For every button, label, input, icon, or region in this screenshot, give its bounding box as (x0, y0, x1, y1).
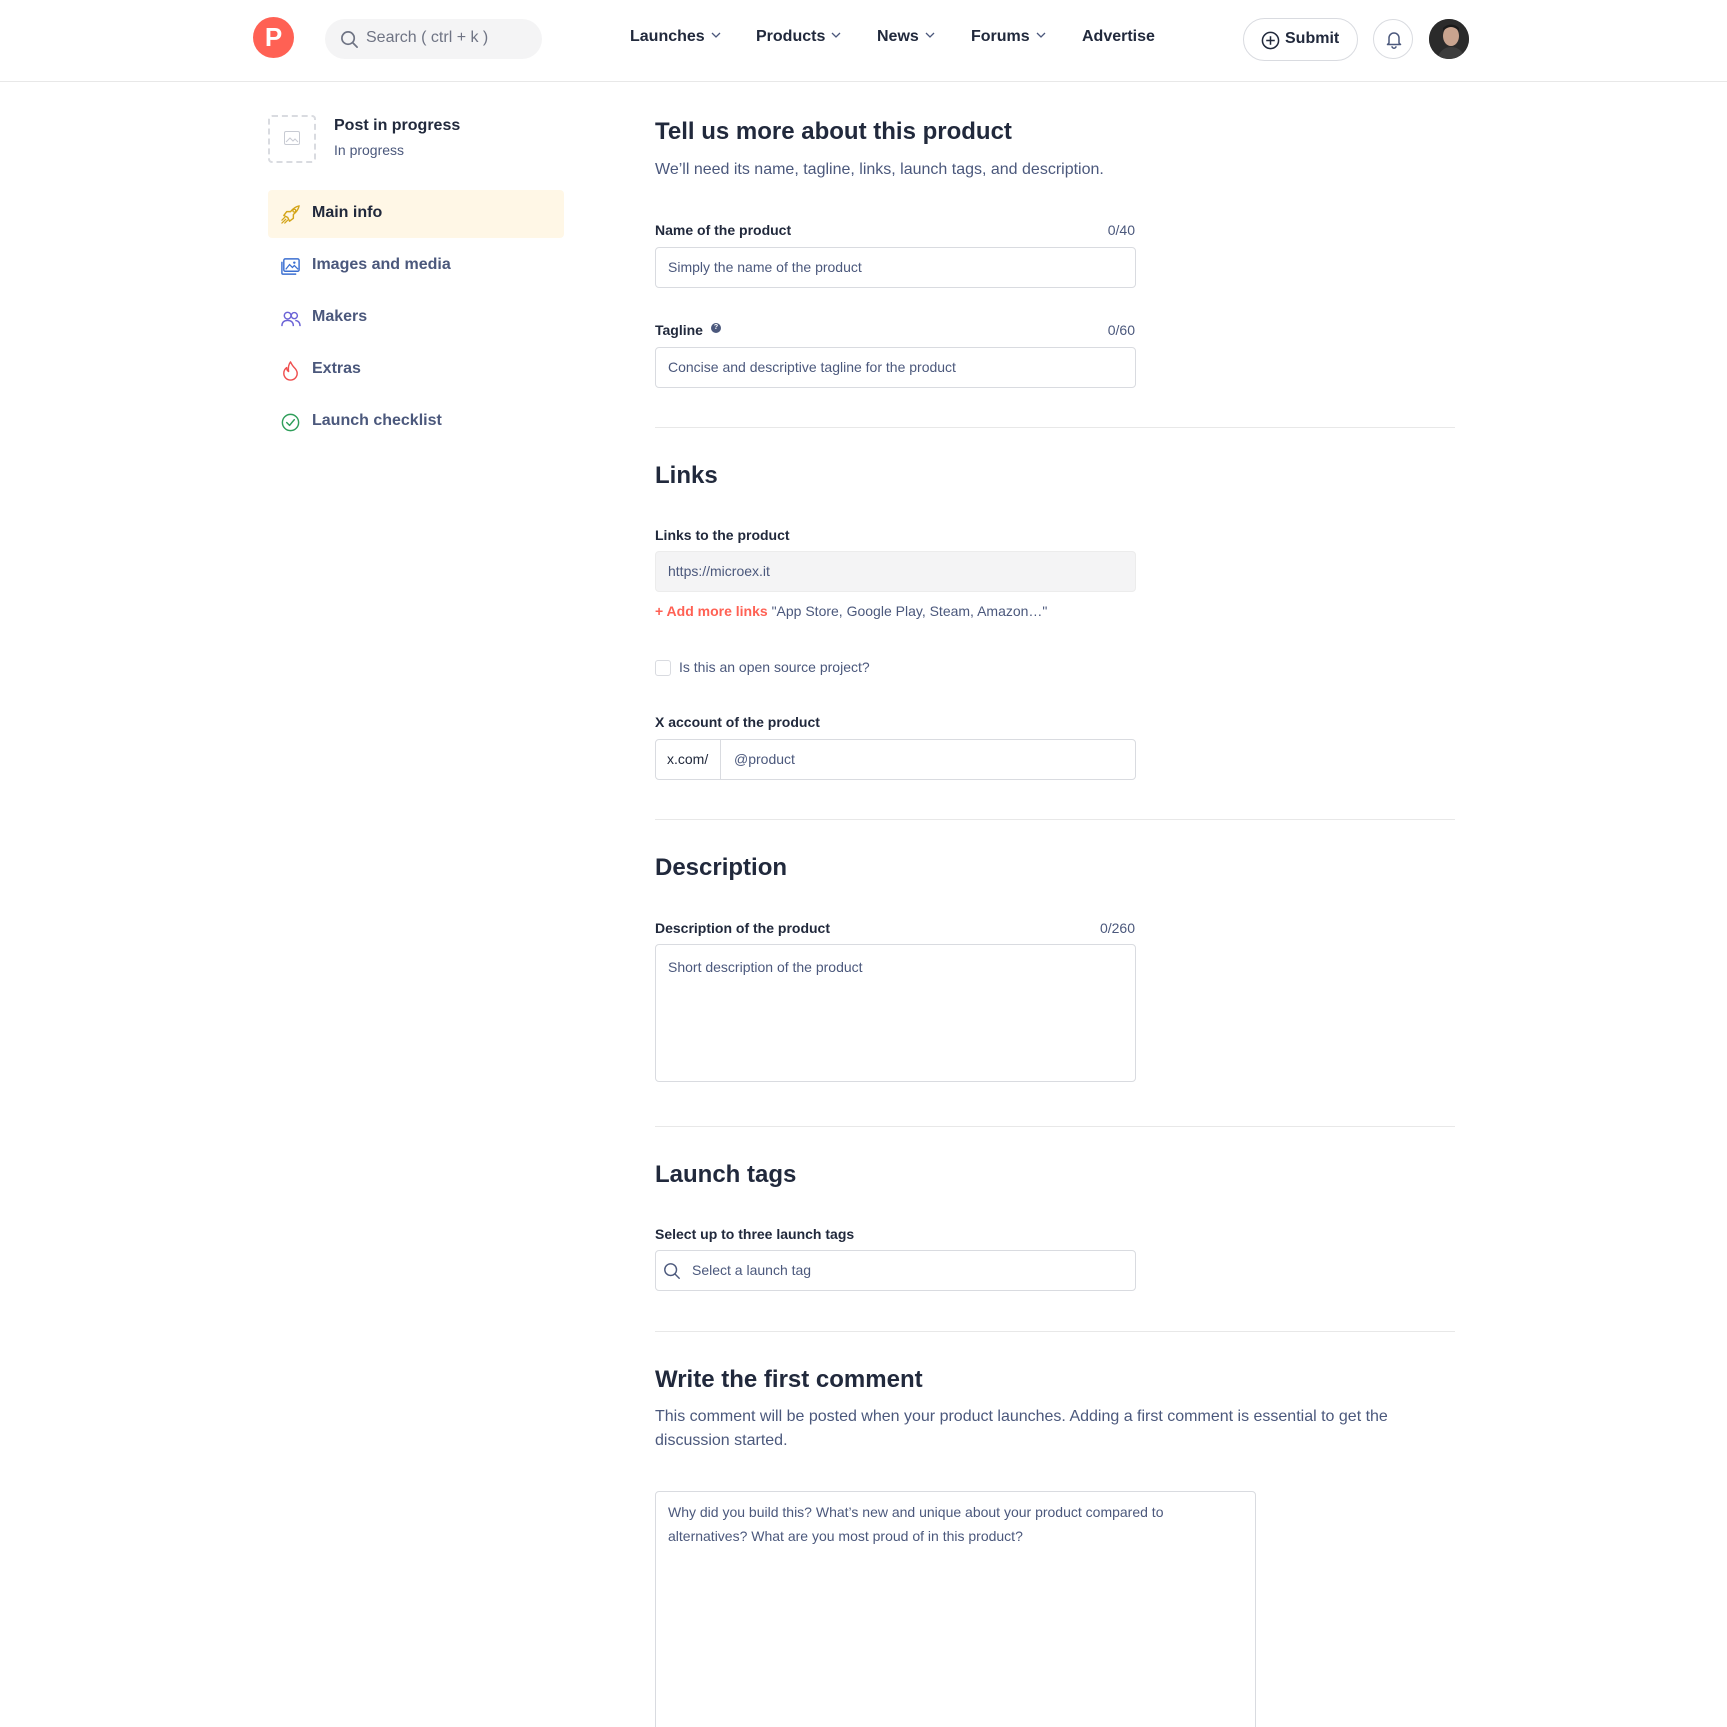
name-counter: 0/40 (1107, 222, 1135, 238)
nav-forums-label: Forums (971, 28, 1030, 45)
x-account-label: X account of the product (655, 714, 820, 730)
input-placeholder: Simply the name of the product (668, 259, 862, 275)
chevron-down-icon (925, 32, 935, 38)
x-account-input[interactable]: x.com/ @product (655, 739, 1136, 780)
links-title: Links (655, 462, 718, 489)
section-divider (655, 819, 1455, 820)
nav-advertise-label: Advertise (1082, 28, 1155, 45)
x-prefix-text: x.com/ (667, 751, 709, 767)
nav-news-label: News (877, 28, 919, 45)
sidebar-item-label: Makers (312, 308, 368, 325)
add-more-links: + Add more links "App Store, Google Play… (655, 603, 1047, 619)
first-comment-textarea[interactable]: Why did you build this? What’s new and u… (655, 1491, 1256, 1727)
tagline-input[interactable]: Concise and descriptive tagline for the … (655, 347, 1136, 388)
sidebar-item-extras[interactable]: Extras (268, 346, 564, 394)
images-icon (281, 258, 300, 275)
search-placeholder: Search ( ctrl + k ) (366, 29, 489, 46)
nav-forums[interactable]: Forums (971, 28, 1046, 46)
launch-tags-label: Select up to three launch tags (655, 1226, 855, 1242)
users-icon (281, 311, 301, 327)
flame-icon (283, 361, 298, 381)
rocket-icon (281, 205, 300, 224)
chevron-down-icon (711, 32, 721, 38)
sidebar-item-label: Extras (312, 360, 361, 377)
sidebar-item-label: Launch checklist (312, 412, 442, 429)
x-prefix: x.com/ (656, 740, 721, 779)
chevron-down-icon (831, 32, 841, 38)
description-counter: 0/260 (1099, 920, 1135, 936)
product-name-input[interactable]: Simply the name of the product (655, 247, 1136, 288)
nav-products-label: Products (756, 28, 826, 45)
post-title: Post in progress (334, 117, 461, 134)
input-placeholder: @product (734, 751, 795, 767)
notifications-button[interactable] (1373, 19, 1413, 59)
search-icon (664, 1263, 680, 1279)
image-placeholder-icon (284, 131, 300, 145)
open-source-label[interactable]: Is this an open source project? (679, 659, 870, 675)
open-source-checkbox[interactable] (655, 660, 671, 676)
plus-circle-icon (1261, 31, 1280, 50)
help-icon[interactable]: ? (711, 323, 721, 333)
sidebar-item-images-and-media[interactable]: Images and media (268, 242, 564, 290)
launch-tags-title: Launch tags (655, 1161, 797, 1188)
section-divider (655, 427, 1455, 428)
tagline-label: Tagline (655, 322, 703, 338)
top-navigation-bar: P Search ( ctrl + k ) Launches Products … (0, 0, 1727, 82)
launch-tag-select[interactable]: Select a launch tag (655, 1250, 1136, 1291)
sidebar-item-launch-checklist[interactable]: Launch checklist (268, 398, 564, 446)
search-box[interactable]: Search ( ctrl + k ) (325, 19, 542, 59)
description-title: Description (655, 854, 788, 881)
nav-launches-label: Launches (630, 28, 705, 45)
nav-launches[interactable]: Launches (630, 28, 721, 46)
nav-advertise[interactable]: Advertise (1082, 28, 1155, 46)
first-comment-title: Write the first comment (655, 1366, 923, 1393)
product-hunt-logo[interactable]: P (253, 17, 294, 58)
sidebar-item-label: Images and media (312, 256, 451, 273)
submit-button[interactable]: Submit (1243, 18, 1358, 61)
avatar-photo-icon (1429, 19, 1469, 59)
nav-products[interactable]: Products (756, 28, 841, 46)
product-link-input[interactable]: https://microex.it (655, 551, 1136, 592)
submit-label: Submit (1285, 30, 1340, 47)
sidebar-item-label: Main info (312, 204, 383, 221)
post-thumbnail-placeholder (268, 115, 316, 163)
user-avatar[interactable] (1429, 19, 1469, 59)
main-info-title: Tell us more about this product (655, 118, 1012, 145)
nav-news[interactable]: News (877, 28, 935, 46)
section-divider (655, 1331, 1455, 1332)
post-status: In progress (334, 142, 405, 158)
sidebar-item-main-info[interactable]: Main info (268, 190, 564, 238)
bell-icon (1386, 32, 1402, 49)
search-icon (341, 31, 358, 48)
name-label: Name of the product (655, 222, 792, 238)
textarea-placeholder: Short description of the product (668, 959, 863, 975)
chevron-down-icon (1036, 32, 1046, 38)
description-textarea[interactable]: Short description of the product (655, 944, 1136, 1082)
links-label: Links to the product (655, 527, 790, 543)
check-circle-icon (281, 413, 300, 432)
input-placeholder: Concise and descriptive tagline for the … (668, 359, 956, 375)
input-value: https://microex.it (668, 563, 770, 579)
sidebar-item-makers[interactable]: Makers (268, 294, 564, 342)
add-more-links-button[interactable]: + Add more links (655, 603, 768, 619)
description-label: Description of the product (655, 920, 830, 936)
first-comment-subtitle: This comment will be posted when your pr… (655, 1408, 1388, 1449)
tagline-counter: 0/60 (1107, 322, 1135, 338)
section-divider (655, 1126, 1455, 1127)
add-more-links-hint: "App Store, Google Play, Steam, Amazon…" (771, 603, 1048, 619)
input-placeholder: Select a launch tag (692, 1262, 812, 1278)
textarea-placeholder: Why did you build this? What’s new and u… (668, 1504, 1164, 1544)
main-info-subtitle: We’ll need its name, tagline, links, lau… (655, 161, 1104, 178)
